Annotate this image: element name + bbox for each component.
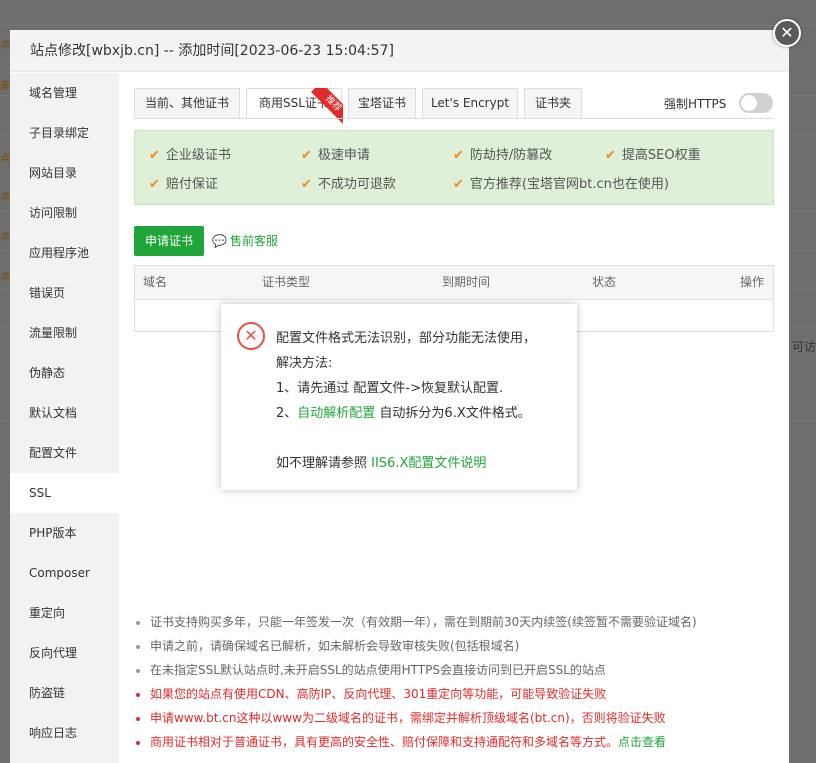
feature-item: ✔ 官方推荐(宝塔官网bt.cn也在使用)	[453, 173, 669, 192]
sidebar-item[interactable]: 访问限制	[10, 193, 119, 233]
presale-support-label: 售前客服	[229, 234, 278, 248]
sidebar-item[interactable]: 反向代理	[10, 633, 119, 673]
bg-fragment: 点	[0, 272, 10, 283]
check-icon: ✔	[605, 148, 616, 163]
force-https-label: 强制HTTPS	[664, 97, 727, 111]
alert-text: 如不理解请参照	[276, 456, 372, 471]
bg-fragment-right: 可访	[787, 338, 816, 355]
sidebar-item[interactable]: 流量限制	[10, 313, 119, 353]
bg-fragment: 点	[0, 154, 10, 165]
presale-support-link[interactable]: 💬 售前客服	[212, 232, 278, 249]
sidebar-item[interactable]: Composer	[10, 553, 119, 593]
check-icon: ✔	[453, 177, 464, 192]
bg-fragment: 点	[0, 232, 10, 243]
bg-divider	[0, 25, 816, 26]
bg-fragment: 备	[0, 81, 10, 92]
alert-text: 自动拆分为6.X文件格式。	[375, 406, 531, 421]
feature-item: ✔ 极速申请	[301, 144, 370, 163]
feature-item: ✔ 企业级证书	[149, 144, 231, 163]
close-icon[interactable]: ✕	[773, 19, 801, 47]
dialog-sidebar: 域名管理 子目录绑定 网站目录 访问限制 应用程序池 错误页 流量限制 伪静态 默认文档 配置文件…	[10, 73, 119, 763]
tab-cert-folder[interactable]: 证书夹	[524, 88, 582, 119]
feature-item: ✔ 防劫持/防篡改	[453, 144, 552, 163]
sidebar-item[interactable]: PHP版本	[10, 513, 119, 553]
ssl-notes: 证书支持购买多年，只能一年签发一次（有效期一年），需在到期前30天内续签(续签暂…	[134, 612, 774, 756]
alert-spacer	[276, 426, 566, 451]
note-item-warning: 申请www.bt.cn这种以www为二级域名的证书，需绑定并解析顶级域名(bt.…	[134, 708, 774, 732]
tab-lets-encrypt[interactable]: Let's Encrypt	[422, 88, 518, 119]
note-item: 证书支持购买多年，只能一年签发一次（有效期一年），需在到期前30天内续签(续签暂…	[134, 612, 774, 636]
error-icon: ✕	[237, 322, 265, 350]
sidebar-item[interactable]: 伪静态	[10, 353, 119, 393]
tab-commercial-ssl[interactable]: 商用SSL证书 推荐	[246, 88, 343, 126]
feature-item: ✔ 不成功可退款	[301, 173, 396, 192]
feature-label: 提高SEO权重	[621, 148, 701, 163]
alert-text: 2、	[276, 406, 298, 421]
tab-underline	[134, 118, 774, 119]
sidebar-item[interactable]: 响应日志	[10, 713, 119, 753]
bg-fragment: 点	[0, 40, 10, 51]
check-icon: ✔	[149, 177, 160, 192]
tab-bt-cert[interactable]: 宝塔证书	[348, 88, 416, 119]
bg-fragment: 点	[0, 192, 10, 203]
iis6-config-doc-link[interactable]: IIS6.X配置文件说明	[371, 456, 486, 471]
feature-box: ✔ 企业级证书 ✔ 极速申请 ✔ 防劫持/防篡改 ✔ 提高SEO权重 ✔ 赔付保证 ✔ 不成…	[134, 130, 774, 205]
sidebar-item[interactable]: SSL	[10, 473, 119, 513]
sidebar-item[interactable]: 网站目录	[10, 153, 119, 193]
check-icon: ✔	[453, 148, 464, 163]
column-actions: 操作	[740, 275, 765, 289]
feature-label: 官方推荐(宝塔官网bt.cn也在使用)	[469, 177, 669, 192]
column-domain: 域名	[143, 275, 168, 289]
sidebar-item[interactable]: 域名管理	[10, 73, 119, 113]
alert-line: 配置文件格式无法识别，部分功能无法使用，	[276, 331, 537, 346]
auto-parse-config-link[interactable]: 自动解析配置	[297, 406, 375, 421]
sidebar-item[interactable]: 防盗链	[10, 673, 119, 713]
apply-cert-button[interactable]: 申请证书	[134, 226, 204, 256]
feature-item: ✔ 赔付保证	[149, 173, 218, 192]
recommend-badge: 推荐	[311, 88, 343, 126]
sidebar-item[interactable]: 重定向	[10, 593, 119, 633]
alert-line: 解决方法:	[276, 356, 333, 371]
feature-label: 企业级证书	[165, 148, 231, 163]
recommend-ribbon: 推荐	[303, 88, 343, 128]
column-cert-type: 证书类型	[262, 275, 311, 289]
feature-label: 极速申请	[317, 148, 370, 163]
check-icon: ✔	[149, 148, 160, 163]
alert-line: 如不理解请参照 IIS6.X配置文件说明	[276, 451, 566, 476]
column-expiry: 到期时间	[442, 275, 491, 289]
sidebar-item[interactable]: 应用程序池	[10, 233, 119, 273]
note-item: 在未指定SSL默认站点时,未开启SSL的站点使用HTTPS会直接访问到已开启SS…	[134, 660, 774, 684]
sidebar-item[interactable]: 错误页	[10, 273, 119, 313]
dialog-title: 站点修改[wbxjb.cn] -- 添加时间[2023-06-23 15:04:…	[10, 30, 789, 72]
sidebar-item[interactable]: 子目录绑定	[10, 113, 119, 153]
sidebar-item[interactable]: 默认文档	[10, 393, 119, 433]
table-header-row: 域名 证书类型 到期时间 状态 操作	[135, 266, 773, 300]
feature-label: 防劫持/防篡改	[469, 148, 553, 163]
sidebar-item[interactable]: 配置文件	[10, 433, 119, 473]
alert-line: 2、自动解析配置 自动拆分为6.X文件格式。	[276, 401, 566, 426]
note-text: 商用证书相对于普通证书，具有更高的安全性、赔付保障和支持通配符和多域名等方式。	[150, 735, 619, 749]
check-icon: ✔	[301, 148, 312, 163]
note-item-warning: 如果您的站点有使用CDN、高防IP、反向代理、301重定向等功能，可能导致验证失…	[134, 684, 774, 708]
note-item: 申请之前，请确保域名已解析，如未解析会导致审核失败(包括根域名)	[134, 636, 774, 660]
feature-label: 赔付保证	[165, 177, 218, 192]
alert-message: 配置文件格式无法识别，部分功能无法使用， 解决方法: 1、请先通过 配置文件->…	[276, 326, 566, 476]
force-https-toggle[interactable]	[739, 93, 773, 113]
column-status: 状态	[592, 275, 617, 289]
check-icon: ✔	[301, 177, 312, 192]
alert-line: 1、请先通过 配置文件->恢复默认配置.	[276, 381, 504, 396]
feature-label: 不成功可退款	[317, 177, 396, 192]
tab-current-certs[interactable]: 当前、其他证书	[134, 88, 240, 119]
chat-icon: 💬	[212, 234, 227, 248]
toggle-knob	[741, 95, 757, 111]
config-error-alert: ✕ 配置文件格式无法识别，部分功能无法使用， 解决方法: 1、请先通过 配置文件…	[221, 304, 577, 490]
note-item-warning: 商用证书相对于普通证书，具有更高的安全性、赔付保障和支持通配符和多域名等方式。点…	[134, 732, 774, 756]
feature-item: ✔ 提高SEO权重	[605, 144, 701, 163]
view-details-link[interactable]: 点击查看	[618, 735, 666, 749]
